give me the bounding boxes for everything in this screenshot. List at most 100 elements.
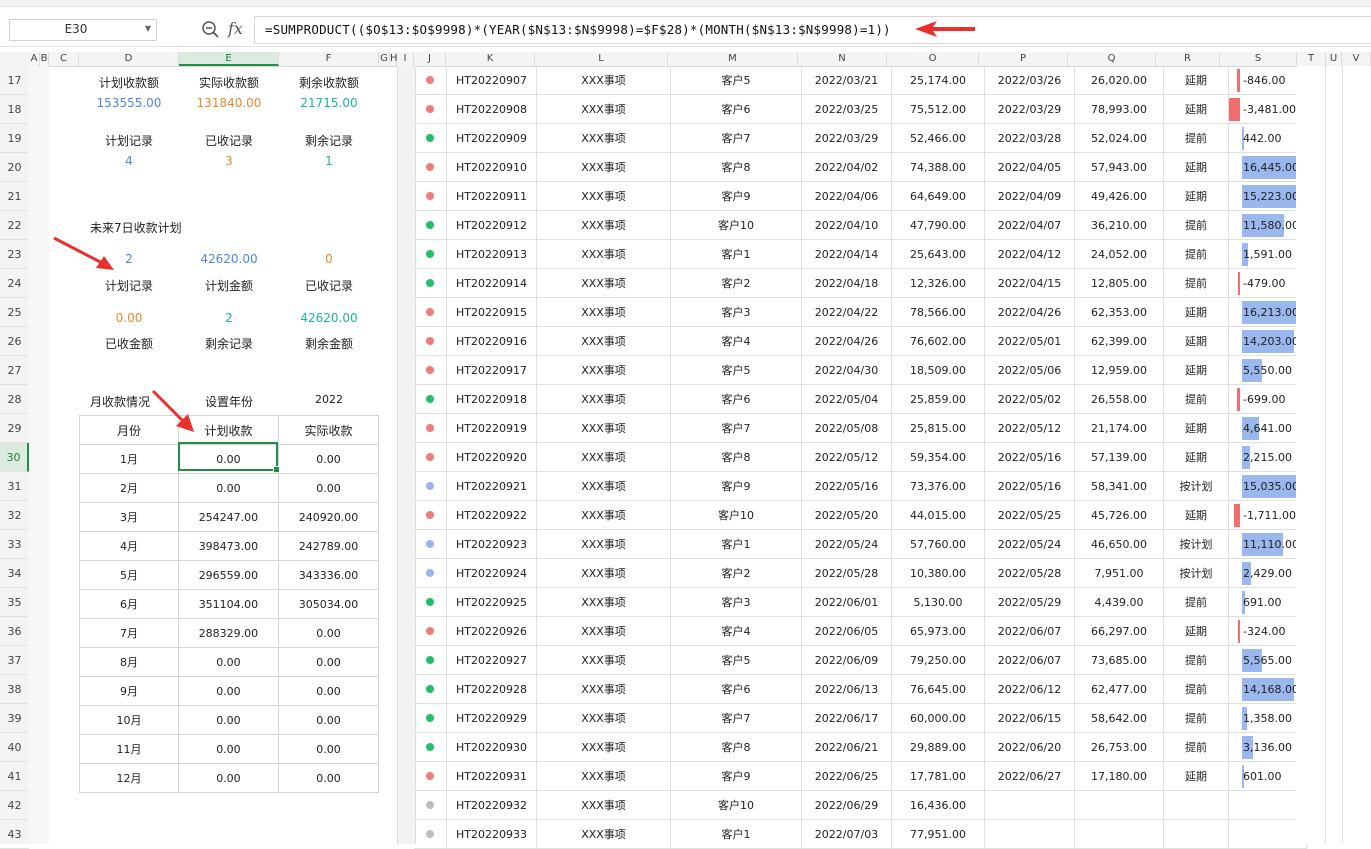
actual-date-cell[interactable]: 2022/06/15 bbox=[984, 703, 1075, 733]
actual-date-cell[interactable]: 2022/05/02 bbox=[984, 384, 1075, 414]
plan-date-cell[interactable]: 2022/06/05 bbox=[801, 616, 892, 646]
client-cell[interactable]: 客户10 bbox=[670, 790, 802, 820]
client-cell[interactable]: 客户7 bbox=[670, 703, 802, 733]
status-cell[interactable]: 延期 bbox=[1163, 761, 1229, 791]
id-cell[interactable]: HT20220925 bbox=[446, 587, 537, 617]
item-cell[interactable]: XXX事项 bbox=[536, 297, 671, 327]
row-header-39[interactable]: 39 bbox=[0, 704, 29, 733]
plan-date-cell[interactable]: 2022/04/06 bbox=[801, 181, 892, 211]
item-cell[interactable]: XXX事项 bbox=[536, 645, 671, 675]
month-cell[interactable]: 7月 bbox=[79, 618, 179, 648]
planned-amount-cell[interactable]: 254247.00 bbox=[177, 502, 279, 532]
plan-date-cell[interactable]: 2022/03/25 bbox=[801, 94, 892, 124]
difference-cell[interactable]: 11,110.00 bbox=[1228, 529, 1307, 559]
status-cell[interactable]: 延期 bbox=[1163, 326, 1229, 356]
actual-amount-cell[interactable]: 57,943.00 bbox=[1074, 152, 1164, 182]
month-cell[interactable]: 3月 bbox=[79, 502, 179, 532]
row-header-41[interactable]: 41 bbox=[0, 762, 29, 791]
status-dot-cell[interactable] bbox=[414, 819, 447, 849]
actual-amount-cell[interactable]: 21,174.00 bbox=[1074, 413, 1164, 443]
plan-amount-cell[interactable]: 78,566.00 bbox=[891, 297, 985, 327]
plan-amount-cell[interactable]: 29,889.00 bbox=[891, 732, 985, 762]
client-cell[interactable]: 客户2 bbox=[670, 558, 802, 588]
actual-amount-cell[interactable]: 305034.00 bbox=[277, 589, 380, 619]
plan-date-cell[interactable]: 2022/05/20 bbox=[801, 500, 892, 530]
plan-amount-cell[interactable]: 75,512.00 bbox=[891, 94, 985, 124]
plan-date-cell[interactable]: 2022/05/16 bbox=[801, 471, 892, 501]
row-header-28[interactable]: 28 bbox=[0, 385, 29, 414]
id-cell[interactable]: HT20220919 bbox=[446, 413, 537, 443]
row-header-32[interactable]: 32 bbox=[0, 501, 29, 530]
plan-date-cell[interactable]: 2022/04/14 bbox=[801, 239, 892, 269]
column-header-a[interactable]: A bbox=[29, 52, 40, 66]
status-dot-cell[interactable] bbox=[414, 94, 447, 124]
month-cell[interactable]: 5月 bbox=[79, 560, 179, 590]
plan-amount-cell[interactable]: 25,174.00 bbox=[891, 66, 985, 95]
client-cell[interactable]: 客户9 bbox=[670, 181, 802, 211]
actual-amount-cell[interactable]: 52,024.00 bbox=[1074, 123, 1164, 153]
difference-cell[interactable]: 3,136.00 bbox=[1228, 732, 1307, 762]
actual-amount-cell[interactable]: 45,726.00 bbox=[1074, 500, 1164, 530]
plan-amount-cell[interactable]: 25,859.00 bbox=[891, 384, 985, 414]
item-cell[interactable]: XXX事项 bbox=[536, 355, 671, 385]
month-cell[interactable]: 11月 bbox=[79, 734, 179, 764]
client-cell[interactable]: 客户6 bbox=[670, 674, 802, 704]
column-header-g[interactable]: G bbox=[379, 52, 390, 66]
plan-date-cell[interactable]: 2022/03/21 bbox=[801, 66, 892, 95]
id-cell[interactable]: HT20220913 bbox=[446, 239, 537, 269]
item-cell[interactable]: XXX事项 bbox=[536, 703, 671, 733]
difference-cell[interactable]: 15,035.00 bbox=[1228, 471, 1307, 501]
item-cell[interactable]: XXX事项 bbox=[536, 558, 671, 588]
status-dot-cell[interactable] bbox=[414, 790, 447, 820]
status-dot-cell[interactable] bbox=[414, 152, 447, 182]
id-cell[interactable]: HT20220916 bbox=[446, 326, 537, 356]
plan-amount-cell[interactable]: 5,130.00 bbox=[891, 587, 985, 617]
difference-cell[interactable]: -1,711.00 bbox=[1228, 500, 1307, 530]
item-cell[interactable]: XXX事项 bbox=[536, 616, 671, 646]
row-header-20[interactable]: 20 bbox=[0, 153, 29, 182]
status-dot-cell[interactable] bbox=[414, 645, 447, 675]
id-cell[interactable]: HT20220914 bbox=[446, 268, 537, 298]
actual-date-cell[interactable]: 2022/05/16 bbox=[984, 471, 1075, 501]
actual-date-cell[interactable]: 2022/05/28 bbox=[984, 558, 1075, 588]
chevron-down-icon[interactable]: ▼ bbox=[145, 24, 151, 33]
planned-amount-cell[interactable]: 0.00 bbox=[177, 676, 279, 706]
row-header-34[interactable]: 34 bbox=[0, 559, 29, 588]
status-dot-cell[interactable] bbox=[414, 442, 447, 472]
status-dot-cell[interactable] bbox=[414, 210, 447, 240]
row-header-35[interactable]: 35 bbox=[0, 588, 29, 617]
actual-amount-cell[interactable]: 62,353.00 bbox=[1074, 297, 1164, 327]
actual-amount-cell[interactable]: 17,180.00 bbox=[1074, 761, 1164, 791]
client-cell[interactable]: 客户1 bbox=[670, 819, 802, 849]
status-dot-cell[interactable] bbox=[414, 703, 447, 733]
actual-date-cell[interactable]: 2022/04/26 bbox=[984, 297, 1075, 327]
status-cell[interactable]: 延期 bbox=[1163, 297, 1229, 327]
difference-cell[interactable]: -3,481.00 bbox=[1228, 94, 1307, 124]
id-cell[interactable]: HT20220928 bbox=[446, 674, 537, 704]
difference-cell[interactable]: 1,591.00 bbox=[1228, 239, 1307, 269]
planned-amount-cell[interactable]: 0.00 bbox=[177, 705, 279, 735]
item-cell[interactable]: XXX事项 bbox=[536, 732, 671, 762]
client-cell[interactable]: 客户8 bbox=[670, 442, 802, 472]
zoom-icon[interactable] bbox=[200, 19, 220, 39]
status-dot-cell[interactable] bbox=[414, 297, 447, 327]
column-header-p[interactable]: P bbox=[979, 52, 1068, 66]
actual-amount-cell[interactable]: 78,993.00 bbox=[1074, 94, 1164, 124]
plan-amount-cell[interactable]: 10,380.00 bbox=[891, 558, 985, 588]
id-cell[interactable]: HT20220915 bbox=[446, 297, 537, 327]
month-cell[interactable]: 12月 bbox=[79, 763, 179, 793]
status-dot-cell[interactable] bbox=[414, 674, 447, 704]
item-cell[interactable]: XXX事项 bbox=[536, 761, 671, 791]
plan-amount-cell[interactable]: 74,388.00 bbox=[891, 152, 985, 182]
difference-cell[interactable]: 2,429.00 bbox=[1228, 558, 1307, 588]
column-header-i[interactable]: I bbox=[397, 52, 414, 66]
monthly-header-cell[interactable]: 实际收款 bbox=[277, 415, 380, 445]
item-cell[interactable]: XXX事项 bbox=[536, 442, 671, 472]
column-header-b[interactable]: B bbox=[40, 52, 49, 66]
status-cell[interactable]: 延期 bbox=[1163, 413, 1229, 443]
plan-amount-cell[interactable]: 76,602.00 bbox=[891, 326, 985, 356]
row-header-31[interactable]: 31 bbox=[0, 472, 29, 501]
plan-date-cell[interactable]: 2022/07/03 bbox=[801, 819, 892, 849]
status-cell[interactable]: 提前 bbox=[1163, 645, 1229, 675]
plan-amount-cell[interactable]: 59,354.00 bbox=[891, 442, 985, 472]
